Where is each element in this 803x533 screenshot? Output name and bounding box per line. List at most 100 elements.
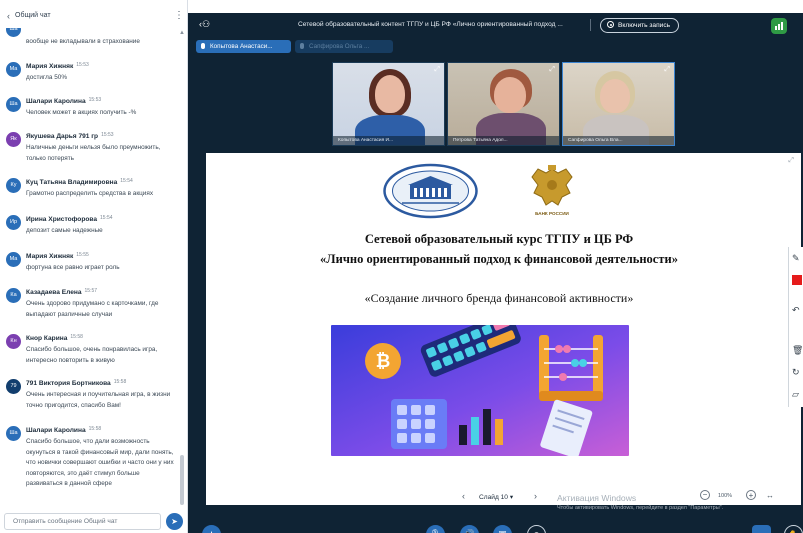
- avatar: Ир: [6, 215, 21, 230]
- presenter-tab[interactable]: Сапфирова Ольга ...: [295, 40, 393, 53]
- microphone-icon[interactable]: 🎙: [426, 525, 445, 533]
- presenter-tab[interactable]: Копытова Анастаси...: [196, 40, 291, 53]
- avatar: 79: [6, 379, 21, 394]
- chat-panel: ‹ Общий чат ⋮ Ша вообще не вкладывали в …: [0, 0, 188, 533]
- whiteboard-icon[interactable]: ▱: [792, 389, 803, 400]
- presentation-slide: ⤢ БАНК РОССИИ Сетевой образовательный ку…: [206, 153, 801, 505]
- kebab-icon[interactable]: ⋮: [174, 10, 184, 21]
- message-time: 15:53: [88, 97, 102, 103]
- message-time: 15:57: [84, 288, 98, 294]
- undo-icon[interactable]: ↶: [792, 305, 803, 316]
- expand-icon[interactable]: ⤢: [549, 66, 555, 74]
- chat-scrollbar[interactable]: ▲: [179, 30, 185, 510]
- message-author: Якушева Дарья 791 гр 15:53: [26, 132, 114, 140]
- bank-name: БАНК РОССИИ: [535, 211, 569, 216]
- person-face: [494, 77, 526, 113]
- video-tile[interactable]: ⤢ Сапфирова Ольга Вла...: [562, 62, 675, 146]
- users-icon[interactable]: ‹⚇: [199, 19, 211, 31]
- video-tile[interactable]: ⤢ Копытова Анастасия И...: [332, 62, 445, 146]
- avatar: Ша: [6, 97, 21, 112]
- avatar: Ма: [6, 62, 21, 77]
- avatar: Ша: [6, 426, 21, 441]
- pencil-icon[interactable]: ✎: [792, 253, 803, 264]
- message-text: фортуна все равно играет роль: [26, 264, 120, 271]
- message-time: 15:58: [88, 426, 102, 432]
- conference-panel: ‹⚇ Сетевой образовательный контент ТГПУ …: [188, 13, 803, 533]
- zoom-out-icon[interactable]: −: [700, 490, 710, 500]
- message-author: 791 Виктория Бортникова 15:58: [26, 379, 127, 387]
- connection-stats-icon[interactable]: [771, 18, 787, 34]
- message-text: Очень интересная и поучительная игра, в …: [26, 391, 171, 409]
- video-tile[interactable]: ⤢ Петрова Татьяна Адол...: [447, 62, 560, 146]
- message-time: 15:53: [76, 62, 89, 68]
- chat-title: Общий чат: [15, 12, 51, 19]
- message-time: 15:53: [101, 132, 114, 138]
- university-logo: [383, 163, 478, 219]
- chevron-left-icon[interactable]: ‹: [7, 11, 10, 21]
- message-text: достигла 50%: [26, 74, 68, 81]
- video-caption: Копытова Анастасия И...: [333, 136, 444, 145]
- scroll-up-icon[interactable]: ▲: [179, 30, 185, 36]
- message-time: 15:58: [70, 334, 83, 340]
- chat-message-input[interactable]: [4, 513, 161, 530]
- color-picker-icon[interactable]: [792, 275, 802, 285]
- avatar: Ша: [6, 28, 21, 37]
- send-icon[interactable]: ➤: [166, 513, 183, 530]
- message-author: Кнор Карина 15:58: [26, 334, 83, 342]
- expand-icon[interactable]: ⤢: [434, 66, 440, 74]
- avatar: Як: [6, 132, 21, 147]
- avatar: Ма: [6, 252, 21, 267]
- message-author: Мария Хижняк 15:55: [26, 252, 89, 260]
- record-button[interactable]: Включить запись: [600, 18, 680, 33]
- windows-activation-watermark: Активация Windows: [557, 493, 637, 503]
- svg-text:₿: ₿: [376, 351, 391, 371]
- message-text: вообще не вкладывали в страхование: [26, 38, 140, 45]
- conference-topbar: ‹⚇ Сетевой образовательный контент ТГПУ …: [188, 13, 803, 37]
- chevron-right-icon[interactable]: ›: [534, 491, 537, 501]
- record-icon: [607, 21, 614, 28]
- annotation-toolbar: ✎ ⋅ ↶ 🗑 ↻ ▱: [788, 247, 803, 407]
- chat-header: ‹ Общий чат ⋮: [0, 10, 188, 26]
- chat-message-list[interactable]: Ша вообще не вкладывали в страхование Ма…: [0, 28, 180, 510]
- divider: [590, 19, 591, 31]
- message-text: Грамотно распределить средства в акциях: [26, 190, 154, 197]
- avatar: Кн: [6, 334, 21, 349]
- camera-icon[interactable]: ▣: [493, 525, 512, 533]
- message-time: 15:54: [100, 215, 113, 221]
- message-author: Казадаева Елена 15:57: [26, 288, 98, 296]
- restore-icon[interactable]: ↻: [792, 367, 803, 378]
- raise-hand-icon[interactable]: ✋: [784, 525, 803, 533]
- add-icon[interactable]: +: [202, 525, 221, 533]
- message-time: 15:58: [113, 379, 127, 385]
- fit-width-icon[interactable]: ↔: [766, 491, 774, 500]
- meeting-title: Сетевой образовательный контент ТГПУ и Ц…: [298, 21, 563, 28]
- video-caption: Петрова Татьяна Адол...: [448, 136, 559, 145]
- chevron-left-icon[interactable]: ‹: [462, 491, 465, 501]
- microphone-icon: [201, 43, 205, 49]
- layout-icon[interactable]: ▭: [752, 525, 771, 533]
- windows-activation-hint: Чтобы активировать Windows, перейдите в …: [557, 505, 724, 511]
- message-text: Спасибо большое, что дали возможность ок…: [26, 438, 174, 488]
- person-face: [600, 79, 630, 113]
- message-author: Шалари Каролина 15:58: [26, 426, 102, 434]
- speaker-icon[interactable]: 🔊: [460, 525, 479, 533]
- message-time: 15:55: [76, 252, 89, 258]
- avatar: Ку: [6, 178, 21, 193]
- screen-share-off-icon[interactable]: ⊘: [527, 525, 546, 533]
- microphone-icon: [300, 43, 304, 49]
- scrollbar-thumb[interactable]: [180, 455, 184, 505]
- slide-title-line2: «Лично ориентированный подход к финансов…: [320, 252, 678, 266]
- expand-icon[interactable]: ⤢: [664, 66, 670, 74]
- message-text: депозит самые надежные: [26, 227, 103, 234]
- video-caption: Сапфирова Ольга Вла...: [563, 136, 674, 145]
- central-bank-logo: БАНК РОССИИ: [526, 163, 578, 221]
- zoom-in-icon[interactable]: +: [746, 490, 756, 500]
- message-author: Мария Хижняк 15:53: [26, 62, 89, 70]
- message-text: Спасибо большое, очень понравилась игра,…: [26, 346, 158, 364]
- trash-icon[interactable]: 🗑: [792, 345, 803, 356]
- message-author: Ирина Христофорова 15:54: [26, 215, 113, 223]
- message-time: 15:54: [120, 178, 133, 184]
- expand-icon[interactable]: ⤢: [788, 157, 794, 165]
- slide-selector[interactable]: Слайд 10 ▾: [479, 493, 513, 501]
- slide-title-line1: Сетевой образовательный курс ТГПУ и ЦБ Р…: [364, 232, 634, 246]
